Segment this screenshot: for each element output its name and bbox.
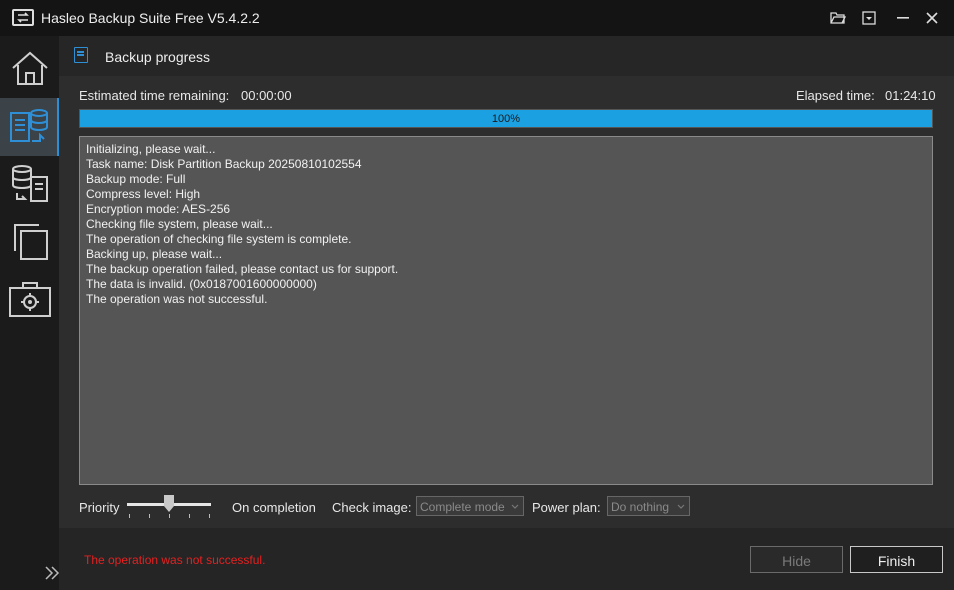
- check-image-label: Check image:: [332, 500, 412, 515]
- log-line: Backing up, please wait...: [86, 247, 223, 261]
- backup-progress-panel: Estimated time remaining: 00:00:00 Elaps…: [59, 76, 954, 528]
- slider-tick: [189, 514, 190, 518]
- slider-tick: [169, 514, 170, 518]
- options-bar: Priority On completion Check image: Comp…: [59, 491, 954, 521]
- finish-button[interactable]: Finish: [850, 546, 943, 573]
- log-line: The backup operation failed, please cont…: [86, 262, 399, 276]
- power-plan-label: Power plan:: [532, 500, 601, 515]
- log-line: The data is invalid. (0x0187001600000000…: [86, 277, 317, 291]
- priority-slider[interactable]: [127, 494, 213, 520]
- home-icon: [10, 48, 50, 91]
- clone-icon: [9, 221, 51, 266]
- power-plan-select[interactable]: Do nothing: [607, 496, 690, 516]
- check-image-value: Complete mode: [420, 500, 505, 514]
- log-line: Backup mode: Full: [86, 172, 186, 186]
- power-plan-value: Do nothing: [611, 500, 670, 514]
- page-title: Backup progress: [105, 49, 211, 65]
- chevron-down-icon: [511, 500, 519, 514]
- estimated-time-value: 00:00:00: [241, 88, 292, 103]
- elapsed-time-label: Elapsed time:: [796, 88, 875, 103]
- sidebar: [0, 36, 60, 590]
- minimize-button[interactable]: [893, 8, 913, 28]
- log-line: Task name: Disk Partition Backup 2025081…: [86, 157, 362, 171]
- chevron-down-icon: [677, 500, 685, 514]
- window-title: Hasleo Backup Suite Free V5.4.2.2: [41, 10, 260, 26]
- footer-bar: The operation was not successful. Hide F…: [59, 528, 954, 590]
- title-bar: Hasleo Backup Suite Free V5.4.2.2: [0, 0, 954, 36]
- sidebar-item-clone[interactable]: [0, 214, 59, 272]
- log-line: The operation was not successful.: [86, 292, 268, 306]
- hide-button[interactable]: Hide: [750, 546, 843, 573]
- log-line: Encryption mode: AES-256: [86, 202, 231, 216]
- page-header: Backup progress: [59, 36, 954, 76]
- log-line: Checking file system, please wait...: [86, 217, 273, 231]
- backup-progress-icon: [74, 47, 88, 63]
- slider-tick: [129, 514, 130, 518]
- app-logo-icon: [12, 9, 34, 26]
- slider-tick: [209, 514, 210, 518]
- backup-icon: [8, 105, 50, 150]
- sidebar-item-tools[interactable]: [0, 272, 59, 330]
- on-completion-label: On completion: [232, 500, 316, 515]
- expand-chevron-icon[interactable]: [44, 566, 60, 583]
- progress-percent: 100%: [491, 113, 521, 125]
- priority-label: Priority: [79, 500, 120, 515]
- sidebar-item-backup[interactable]: [0, 98, 59, 156]
- slider-tick: [149, 514, 150, 518]
- status-message: The operation was not successful.: [84, 553, 266, 567]
- sidebar-item-home[interactable]: [0, 40, 59, 98]
- elapsed-time-value: 01:24:10: [885, 88, 936, 103]
- estimated-time-label: Estimated time remaining:: [79, 88, 230, 103]
- log-line: Initializing, please wait...: [86, 142, 216, 156]
- log-line: Compress level: High: [86, 187, 201, 201]
- sidebar-item-restore[interactable]: [0, 156, 59, 214]
- slider-thumb[interactable]: [164, 495, 174, 512]
- check-image-select[interactable]: Complete mode: [416, 496, 524, 516]
- open-folder-icon[interactable]: [828, 8, 848, 28]
- menu-icon[interactable]: [859, 8, 879, 28]
- close-button[interactable]: [922, 8, 942, 28]
- log-box[interactable]: Initializing, please wait... Task name: D…: [79, 136, 933, 485]
- tools-icon: [8, 280, 52, 323]
- progress-bar: 100%: [79, 109, 933, 128]
- log-line: The operation of checking file system is…: [86, 232, 352, 246]
- restore-icon: [9, 163, 51, 208]
